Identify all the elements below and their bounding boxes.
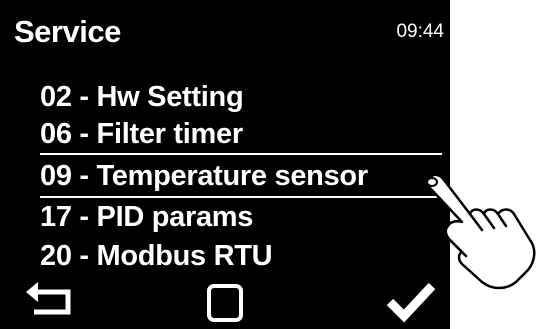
return-arrow-icon — [26, 282, 71, 315]
menu-item-hw-setting[interactable]: 02 - Hw Setting — [40, 77, 244, 117]
menu-item-temperature-sensor[interactable]: 09 - Temperature sensor — [40, 156, 368, 196]
selection-top-line — [40, 153, 442, 155]
menu-item-modbus-rtu[interactable]: 20 - Modbus RTU — [40, 236, 273, 276]
page-title: Service — [14, 14, 121, 49]
square-icon — [207, 284, 243, 322]
clock-time: 09:44 — [396, 21, 444, 42]
home-button[interactable] — [202, 278, 248, 324]
menu-item-filter-timer[interactable]: 06 - Filter timer — [40, 114, 243, 154]
menu-item-pid-params[interactable]: 17 - PID params — [40, 197, 253, 237]
back-button[interactable] — [22, 278, 78, 324]
pointing-hand-icon — [426, 173, 536, 290]
device-screen: Service 09:44 02 - Hw Setting 06 - Filte… — [0, 0, 450, 329]
